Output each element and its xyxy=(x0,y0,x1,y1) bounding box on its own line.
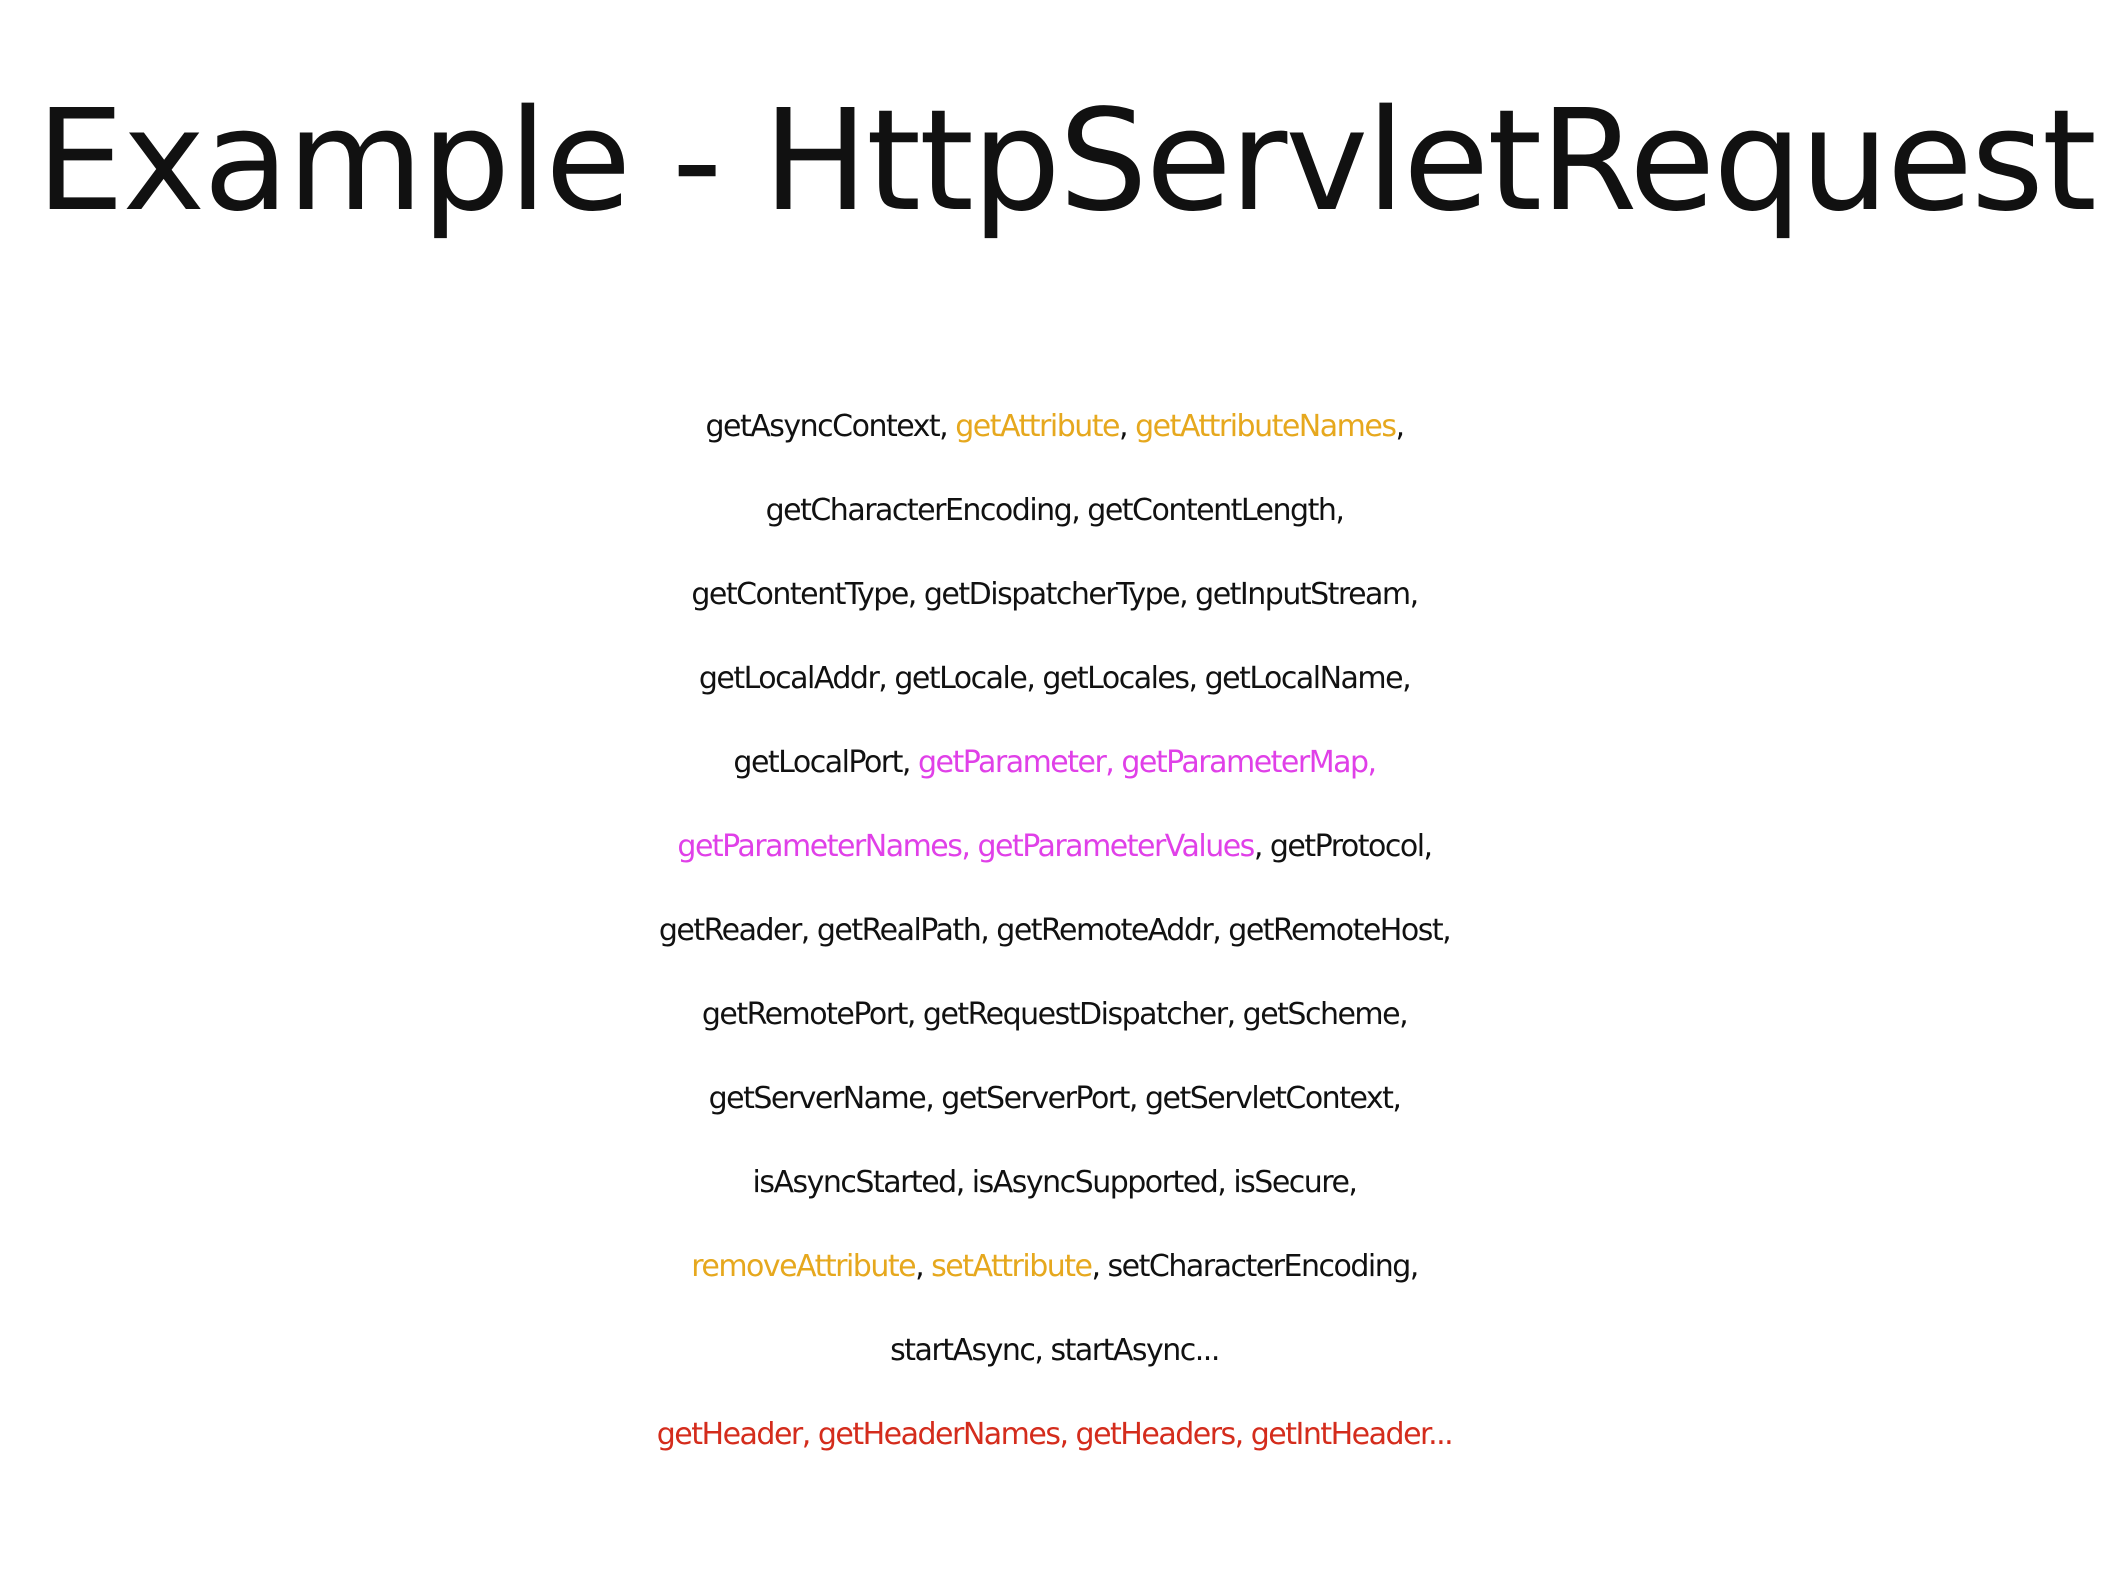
method-text-default: isAsyncStarted, isAsyncSupported, isSecu… xyxy=(752,1165,1358,1200)
method-line: removeAttribute, setAttribute, setCharac… xyxy=(0,1225,2109,1309)
method-text-header: getHeader, getHeaderNames, getHeaders, g… xyxy=(656,1417,1454,1452)
method-line: startAsync, startAsync... xyxy=(0,1309,2109,1393)
method-text-default: getServerName, getServerPort, getServlet… xyxy=(708,1081,1402,1116)
method-line: getAsyncContext, getAttribute, getAttrib… xyxy=(0,385,2109,469)
slide: Example - HttpServletRequest getAsyncCon… xyxy=(0,0,2109,1593)
method-text-default: getRemotePort, getRequestDispatcher, get… xyxy=(701,997,1409,1032)
method-text-attribute: getAttribute xyxy=(955,409,1120,444)
method-line: getHeader, getHeaderNames, getHeaders, g… xyxy=(0,1393,2109,1477)
method-text-default: , getProtocol, xyxy=(1253,829,1433,864)
method-text-default: getLocalPort, xyxy=(733,745,918,780)
method-text-attribute: getAttributeNames xyxy=(1135,409,1397,444)
method-line: getLocalAddr, getLocale, getLocales, get… xyxy=(0,637,2109,721)
method-text-parameter: getParameter, getParameterMap, xyxy=(917,745,1377,780)
slide-title: Example - HttpServletRequest xyxy=(36,80,2097,243)
method-text-default: getLocalAddr, getLocale, getLocales, get… xyxy=(698,661,1412,696)
method-line: getServerName, getServerPort, getServlet… xyxy=(0,1057,2109,1141)
method-text-default: , setCharacterEncoding, xyxy=(1091,1249,1419,1284)
method-text-default: getAsyncContext, xyxy=(705,409,956,444)
method-line: getContentType, getDispatcherType, getIn… xyxy=(0,553,2109,637)
method-line: getCharacterEncoding, getContentLength, xyxy=(0,469,2109,553)
method-text-default: , xyxy=(1395,409,1405,444)
method-line: getLocalPort, getParameter, getParameter… xyxy=(0,721,2109,805)
method-text-default: , xyxy=(915,1249,932,1284)
method-text-default: , xyxy=(1119,409,1136,444)
method-text-default: startAsync, startAsync... xyxy=(890,1333,1220,1368)
method-line: isAsyncStarted, isAsyncSupported, isSecu… xyxy=(0,1141,2109,1225)
method-text-attribute: removeAttribute xyxy=(691,1249,916,1284)
method-text-default: getContentType, getDispatcherType, getIn… xyxy=(691,577,1419,612)
method-line: getRemotePort, getRequestDispatcher, get… xyxy=(0,973,2109,1057)
method-line: getParameterNames, getParameterValues, g… xyxy=(0,805,2109,889)
method-list: getAsyncContext, getAttribute, getAttrib… xyxy=(0,385,2109,1477)
method-line: getReader, getRealPath, getRemoteAddr, g… xyxy=(0,889,2109,973)
method-text-attribute: setAttribute xyxy=(931,1249,1093,1284)
method-text-parameter: getParameterNames, getParameterValues xyxy=(677,829,1255,864)
method-text-default: getCharacterEncoding, getContentLength, xyxy=(765,493,1345,528)
method-text-default: getReader, getRealPath, getRemoteAddr, g… xyxy=(658,913,1452,948)
